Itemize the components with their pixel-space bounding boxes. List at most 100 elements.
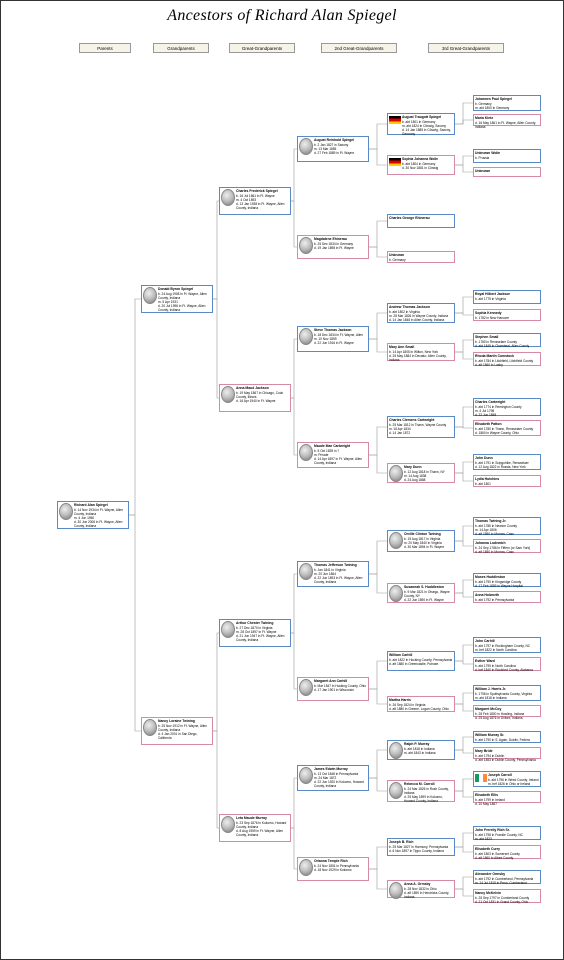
person-name: John Dunn	[475, 456, 529, 460]
person-card[interactable]: Thomas Twining Jr.b. abt 1786 in Newton …	[473, 517, 541, 535]
person-text: Maude Mae Cartwrightb. 5 Oct 1839 in ? m…	[314, 444, 367, 465]
person-portrait	[299, 679, 313, 696]
person-text: Andrew Thomas Jacksonb. abt 1802 in Virg…	[389, 305, 448, 322]
person-text: John Ferrelly Rich Sr.b. abt 1798 in Fra…	[475, 828, 523, 841]
person-card[interactable]: Elisabeth Pattonb. abt 1780 in Thann, Re…	[473, 420, 541, 436]
person-name: Nancy McKelvin	[475, 891, 529, 895]
person-card[interactable]: Orville Clinton Twiningb. 19 Aug 1817 in…	[387, 530, 455, 552]
person-card[interactable]: August Reinhold Spiegelb. 2 Jan 1827 in …	[297, 136, 369, 162]
person-card[interactable]: Unknown Wolinb. Prussia	[473, 149, 541, 163]
person-details: b. abt 1799 in North Carolina d. bef 184…	[475, 664, 533, 672]
person-card[interactable]: Orianna Temple Richb. 24 Nov 1851 in Pen…	[297, 857, 369, 881]
person-card[interactable]: Maude Mae Cartwrightb. 5 Oct 1839 in ? m…	[297, 442, 369, 468]
person-card[interactable]: Maria Kintzd. 16 May 1861 in Ft. Wayne, …	[473, 114, 541, 126]
person-card[interactable]: Charles Cartwrightb. abt 1774 in Remingt…	[473, 398, 541, 416]
person-name: Elisabeth Ellis	[475, 793, 505, 797]
person-name: Royal Hilbert Jackson	[475, 292, 510, 296]
person-card[interactable]: John Carhillb. abt 1797 in Rockingham Co…	[473, 637, 541, 653]
person-details: b. 28 Nov 1832 in Ohio d. aft 1890 in He…	[404, 887, 453, 899]
person-text: Moses Huddlestonb. abt 1790 in Kingsridg…	[475, 575, 523, 588]
person-details: b. 24 Sep 1786 in Fiffern (or Sam York) …	[475, 546, 530, 554]
person-card[interactable]: Rebecca M. Carrollb. 24 Mar 1826 in Rush…	[387, 780, 455, 802]
person-card[interactable]: Royal Hilbert Jacksonb. abt 1775 in Virg…	[473, 290, 541, 304]
person-card[interactable]: Thomas Jefferson Twiningb. Jan 1841 in V…	[297, 561, 369, 587]
person-text: Rhoda Martin Comstockb. abt 1784 in Litc…	[475, 354, 533, 367]
person-card[interactable]: Margaret Ann Carhillb. Mar 1847 in Hocki…	[297, 677, 369, 701]
person-card[interactable]: Moses Huddlestonb. abt 1790 in Kingsridg…	[473, 573, 541, 587]
person-card[interactable]: Mary Dunnb. 12 Aug 1818 in Thann, NY m. …	[387, 463, 455, 483]
person-name: Sophia Johanna Wolin	[402, 157, 438, 161]
person-card[interactable]: Susannah S. Huddlestonb. 9 Mar 1821 in O…	[387, 583, 455, 603]
person-details: b. abt 1790 in S. Again, Dublin, Federal	[475, 738, 530, 742]
person-text: James Edwin Murrayb. 13 Oct 1848 in Penn…	[314, 767, 367, 788]
person-card[interactable]: August Traugott Spiegelb. abt 1801 in Ge…	[387, 113, 455, 135]
person-card[interactable]: Magdalene Ehineraub. 25 Dec 1834 in Germ…	[297, 235, 369, 259]
person-text: Steve Thomas Jacksonb. 18 Dec 1834 in Ft…	[314, 328, 363, 345]
person-text: Mary Dunnb. 12 Aug 1818 in Thann, NY m. …	[404, 465, 445, 482]
person-card[interactable]: Mary Brideb. abt 1794 in Dublin d. abt 1…	[473, 747, 541, 759]
person-text: Elisabeth Ellisb. abt 1799 in Ireland d.…	[475, 793, 505, 806]
person-card[interactable]: Charles Frederick Spiegelb. 16 Jul 1861 …	[219, 187, 291, 215]
person-text: Nancy Loraine Twiningb. 25 Nov 1912 in F…	[158, 719, 211, 740]
person-details: b. abt 1780 in Thann, Rensselaer County …	[475, 427, 533, 435]
person-name: Maria Kintz	[475, 116, 539, 120]
person-text: August Traugott Spiegelb. abt 1801 in Ge…	[402, 115, 453, 136]
person-card[interactable]: James Edwin Murrayb. 13 Oct 1848 in Penn…	[297, 765, 369, 791]
person-text: Unknown	[475, 169, 490, 174]
person-portrait	[389, 782, 403, 799]
person-card[interactable]: Richard Alan Spiegelb. 14 Nov 1934 in Ft…	[57, 501, 129, 529]
person-portrait	[299, 328, 313, 345]
person-details: b. 19 Aug 1817 in Virginia m. 20 May 184…	[404, 537, 444, 549]
person-card[interactable]: Unknownb. Germany	[387, 251, 455, 263]
person-card[interactable]: Anna Holworthb. abt 1792 in Pennsylvania	[473, 591, 541, 603]
person-details: b. abt 1797 in Rockingham County, NC m. …	[475, 644, 530, 652]
person-card[interactable]: William J. Harris Jr.b. 1796 in Spottsyl…	[473, 685, 541, 701]
person-card[interactable]: Ralph P. Murrayb. abt 1818 in Indiana m.…	[387, 740, 455, 760]
person-details: b. 1780 in Rensselaer County d. abt 1845…	[475, 340, 529, 348]
person-card[interactable]: Elisabeth Ellisb. abt 1799 in Ireland d.…	[473, 791, 541, 803]
person-portrait	[299, 237, 313, 254]
person-name: Elisabeth Curry	[475, 847, 520, 851]
person-card[interactable]: Anna A. Ormsbyb. 28 Nov 1832 in Ohio d. …	[387, 880, 455, 898]
person-details: b. abt 1796 in Wexd County, Ireland m. b…	[488, 778, 539, 786]
person-card[interactable]: Nancy McKelvinb. 25 Sep 1797 in Cumberla…	[473, 889, 541, 903]
person-details: b. abt 1822 in Hocking County, Pennsylva…	[389, 658, 452, 666]
person-card[interactable]: John Dunnb. abt 1791 in Scipgohike, Rens…	[473, 454, 541, 470]
person-card[interactable]: Lydia Hutchinsb. abt 1801	[473, 475, 541, 487]
person-card[interactable]: Elisabeth Curryb. abt 1803 in Somerset C…	[473, 845, 541, 859]
person-details: b. 25 Dec 1834 in Germany d. 19 Jan 1898…	[314, 242, 354, 250]
person-card[interactable]: Andrew Thomas Jacksonb. abt 1802 in Virg…	[387, 303, 455, 323]
person-card[interactable]: Charles Clemens Cartwrightb. 25 Mar 1812…	[387, 416, 455, 438]
person-card[interactable]: Johannes Paul Spiegelb. Germany m. abt 1…	[473, 95, 541, 111]
person-card[interactable]: Johanna Lodewichb. 24 Sep 1786 in Fiffer…	[473, 539, 541, 553]
person-card[interactable]: Joseph B. Richb. 25 Mar 1827 in Harmony,…	[387, 838, 455, 856]
person-card[interactable]: Steve Thomas Jacksonb. 18 Dec 1834 in Ft…	[297, 326, 369, 352]
person-card[interactable]: Rhoda Martin Comstockb. abt 1784 in Litc…	[473, 352, 541, 366]
person-card[interactable]: William Carhillb. abt 1822 in Hocking Co…	[387, 651, 455, 671]
person-card[interactable]: John Ferrelly Rich Sr.b. abt 1798 in Fra…	[473, 826, 541, 840]
person-card[interactable]: Anna Maud Jacksonb. 19 May 1867 in Chica…	[219, 384, 291, 412]
person-card[interactable]: Joseph Carrollb. abt 1796 in Wexd County…	[473, 771, 541, 787]
person-card[interactable]: Alexander Ormsbyb. abt 1792 in Cumberlan…	[473, 870, 541, 884]
person-name: Rebecca M. Carroll	[404, 782, 453, 786]
person-card[interactable]: Stephen Smallb. 1780 in Rensselaer Count…	[473, 333, 541, 347]
person-text: Donald Byron Spiegelb. 24 Aug 1908 in Ft…	[158, 287, 211, 312]
person-card[interactable]: Nancy Loraine Twiningb. 25 Nov 1912 in F…	[141, 717, 213, 745]
person-card[interactable]: Leta Maude Murrayb. 23 Sep 1876 in Kokom…	[219, 814, 291, 842]
person-details: b. 13 Oct 1848 in Pennsylvania m. 24 Mar…	[314, 772, 367, 788]
person-details: b. abt 1799 in Ireland d. 10 May 1867	[475, 798, 505, 806]
person-card[interactable]: Unknown	[473, 167, 541, 177]
person-card[interactable]: Margaret McCoyb. 28 Feb 1800 in Howling,…	[473, 705, 541, 717]
person-card[interactable]: Arthur Chester Twiningb. 27 Dec 1870 in …	[219, 619, 291, 647]
person-card[interactable]: Sophia Johanna Wolinb. abt 1804 in Germa…	[387, 155, 455, 175]
person-card[interactable]: Charles George Ehinerau	[387, 214, 455, 228]
person-card[interactable]: Sophia Kennedyb. 1782 in New Hanover	[473, 309, 541, 321]
person-card[interactable]: Donald Byron Spiegelb. 24 Aug 1908 in Ft…	[141, 285, 213, 313]
person-card[interactable]: William Murray Sr.b. abt 1790 in S. Agai…	[473, 731, 541, 743]
person-name: Unknown	[475, 169, 490, 173]
person-text: Alexander Ormsbyb. abt 1792 in Cumberlan…	[475, 872, 533, 885]
person-card[interactable]: Esther Wardb. abt 1799 in North Carolina…	[473, 657, 541, 671]
person-card[interactable]: Mary Ann Smallb. 14 Apr 1805 in Wilton, …	[387, 343, 455, 361]
person-card[interactable]: Martha Harrisb. 26 Sep 1824 in Virginia …	[387, 696, 455, 712]
person-text: John Carhillb. abt 1797 in Rockingham Co…	[475, 639, 530, 652]
